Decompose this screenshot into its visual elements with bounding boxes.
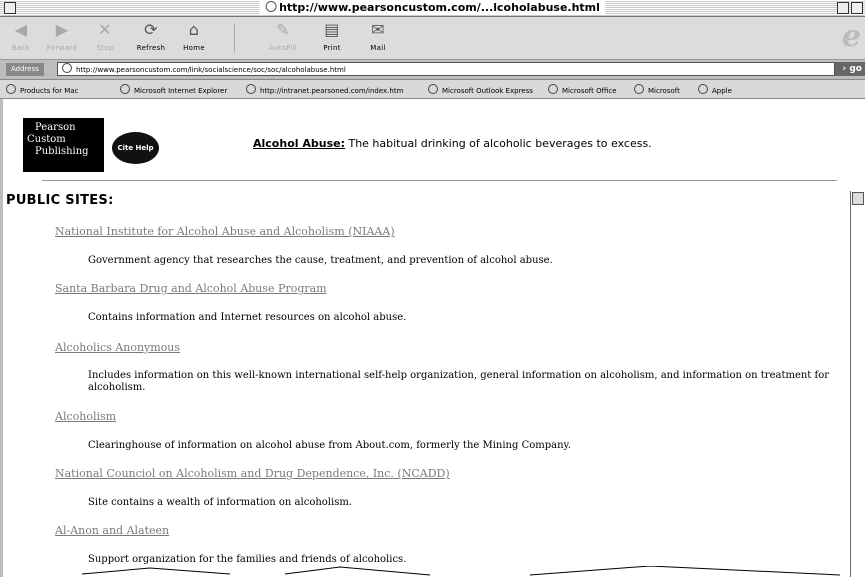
favorite-item[interactable]: Apple (698, 84, 732, 96)
stop-button[interactable]: ✕ Stop (89, 19, 121, 52)
page-frame-edge (0, 99, 3, 577)
favorite-icon (698, 84, 708, 94)
term-label: Alcohol Abuse: (253, 137, 345, 150)
window-title-text: http://www.pearsoncustom.com/...lcoholab… (279, 1, 600, 14)
favorite-icon (428, 84, 438, 94)
favorite-icon (120, 84, 130, 94)
site-description: Government agency that researches the ca… (88, 255, 553, 266)
favorite-item[interactable]: Microsoft Outlook Express (428, 84, 533, 96)
site-description: Clearinghouse of information on alcohol … (88, 440, 572, 451)
torn-page-edge (81, 566, 841, 576)
cite-help-button[interactable]: Cite Help (112, 132, 159, 164)
favorite-item[interactable]: http://intranet.pearsoned.com/index.htm (246, 84, 403, 96)
address-url-field[interactable]: http://www.pearsoncustom.com/link/social… (57, 62, 835, 76)
forward-button[interactable]: ▶ Forward (42, 19, 82, 52)
logo-line: Publishing (35, 146, 89, 157)
site-description: Contains information and Internet resour… (88, 312, 407, 323)
scroll-thumb[interactable] (852, 192, 864, 205)
home-button-label: Home (183, 44, 205, 52)
site-link[interactable]: Santa Barbara Drug and Alcohol Abuse Pro… (55, 282, 327, 295)
toolbar-separator (234, 23, 235, 53)
site-link[interactable]: National Counciol on Alcoholism and Drug… (55, 467, 450, 480)
go-button-label: go (849, 64, 862, 74)
page-icon (62, 63, 72, 73)
forward-button-label: Forward (46, 44, 78, 52)
favorite-label: Apple (712, 87, 732, 95)
section-title: PUBLIC SITES: (6, 193, 114, 208)
site-link[interactable]: Alcoholics Anonymous (55, 341, 180, 354)
site-link[interactable]: Al-Anon and Alateen (55, 524, 169, 537)
vertical-scrollbar[interactable] (850, 191, 865, 577)
site-description: Support organization for the families an… (88, 554, 407, 565)
print-button[interactable]: ▤ Print (316, 19, 348, 52)
favorite-item[interactable]: Microsoft Office (548, 84, 617, 96)
favorite-icon (246, 84, 256, 94)
address-bar: Address http://www.pearsoncustom.com/lin… (0, 60, 865, 80)
mail-button[interactable]: ✉ Mail (363, 19, 393, 52)
mail-button-label: Mail (370, 44, 386, 52)
refresh-icon: ⟳ (144, 20, 158, 39)
favorite-label: Products for Mac (20, 87, 79, 95)
window-title: http://www.pearsoncustom.com/...lcoholab… (259, 1, 606, 15)
globe-icon (265, 1, 277, 12)
definition-text: The habitual drinking of alcoholic bever… (344, 137, 652, 150)
logo-line: Custom (27, 134, 66, 145)
refresh-button[interactable]: ⟳ Refresh (131, 19, 171, 52)
favorite-item[interactable]: Microsoft (634, 84, 680, 96)
close-box-icon[interactable] (4, 2, 16, 14)
divider (42, 180, 837, 181)
print-button-label: Print (323, 44, 341, 52)
favorite-label: Microsoft Office (562, 87, 617, 95)
back-arrow-icon: ◀ (14, 20, 28, 39)
browser-toolbar: ◀ Back ▶ Forward ✕ Stop ⟳ Refresh ⌂ Home… (0, 17, 865, 60)
address-label: Address (6, 63, 44, 76)
forward-arrow-icon: ▶ (55, 20, 69, 39)
favorite-item[interactable]: Products for Mac (6, 84, 78, 96)
home-button[interactable]: ⌂ Home (177, 19, 211, 52)
printer-icon: ▤ (324, 20, 340, 39)
window-title-bar[interactable]: http://www.pearsoncustom.com/...lcoholab… (0, 0, 865, 17)
autofill-button[interactable]: ✎ AutoFill (262, 19, 304, 52)
address-url-text: http://www.pearsoncustom.com/link/social… (76, 66, 346, 74)
autofill-pencil-icon: ✎ (276, 20, 290, 39)
favorite-label: Microsoft (648, 87, 680, 95)
stop-x-icon: ✕ (98, 20, 112, 39)
site-link[interactable]: Alcoholism (55, 410, 116, 423)
favorite-label: Microsoft Outlook Express (442, 87, 533, 95)
home-icon: ⌂ (188, 20, 200, 39)
zoom-box-icon[interactable] (837, 2, 849, 14)
term-definition: Alcohol Abuse: The habitual drinking of … (253, 137, 652, 150)
logo-line: Pearson (35, 122, 76, 133)
site-description: Site contains a wealth of information on… (88, 497, 352, 508)
refresh-button-label: Refresh (136, 44, 166, 52)
favorite-icon (6, 84, 16, 94)
site-link[interactable]: National Institute for Alcohol Abuse and… (55, 225, 395, 238)
collapse-box-icon[interactable] (851, 2, 863, 14)
favorite-icon (634, 84, 644, 94)
favorites-bar: Products for Mac Microsoft Internet Expl… (0, 80, 865, 99)
autofill-button-label: AutoFill (268, 44, 297, 52)
favorite-label: Microsoft Internet Explorer (134, 87, 228, 95)
mail-icon: ✉ (371, 20, 385, 39)
pearson-logo: Pearson Custom Publishing (23, 118, 104, 172)
site-description: Includes information on this well-known … (88, 370, 830, 393)
go-button[interactable]: › go (835, 62, 865, 76)
favorite-label: http://intranet.pearsoned.com/index.htm (260, 87, 404, 95)
stop-button-label: Stop (96, 44, 114, 52)
back-button-label: Back (11, 44, 31, 52)
back-button[interactable]: ◀ Back (6, 19, 36, 52)
favorite-item[interactable]: Microsoft Internet Explorer (120, 84, 227, 96)
favorite-icon (548, 84, 558, 94)
ie-logo-icon: e (841, 19, 861, 54)
